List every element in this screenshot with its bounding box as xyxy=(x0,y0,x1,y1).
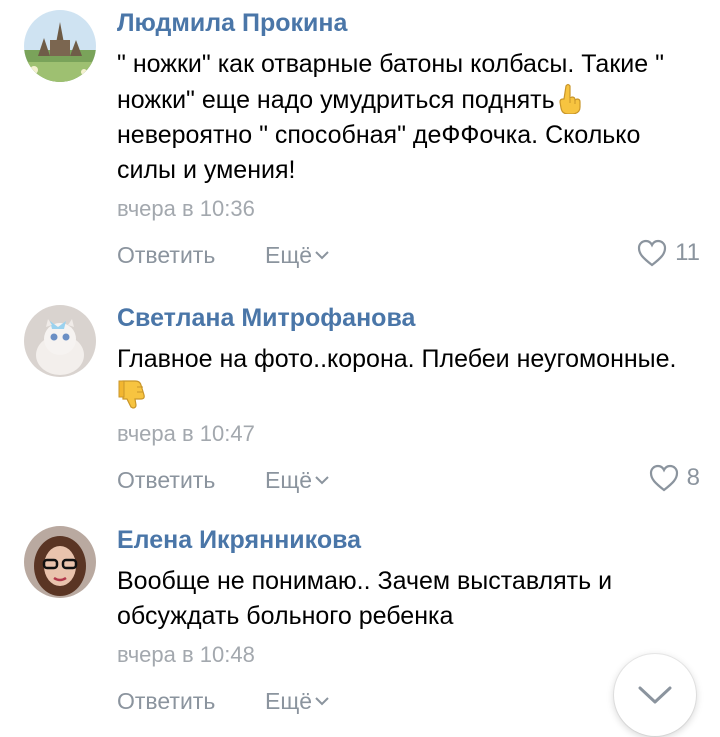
scroll-down-button[interactable] xyxy=(614,654,696,736)
comment-author[interactable]: Елена Икрянникова xyxy=(117,525,700,555)
chevron-down-icon xyxy=(315,251,329,260)
more-button[interactable]: Ещё xyxy=(265,240,329,270)
comment-text: Главное на фото..корона. Плебеи неугомон… xyxy=(117,342,700,413)
heart-outline-icon xyxy=(649,464,678,492)
more-button[interactable]: Ещё xyxy=(265,686,329,716)
comment-actions: Ответить Ещё 8 xyxy=(117,461,700,501)
comment-time: вчера в 10:36 xyxy=(117,196,255,221)
reply-button[interactable]: Ответить xyxy=(117,240,215,270)
comment-text: " ножки" как отварные батоны колбасы. Та… xyxy=(117,47,700,188)
more-label: Ещё xyxy=(265,688,313,714)
like-count: 11 xyxy=(675,239,700,266)
comment-actions: Ответить Ещё xyxy=(117,682,700,722)
comment-time: вчера в 10:47 xyxy=(117,421,255,446)
comment-text: Вообще не понимаю.. Зачем выставлять и о… xyxy=(117,564,700,634)
comment-author[interactable]: Светлана Митрофанова xyxy=(117,303,700,333)
reply-button[interactable]: Ответить xyxy=(117,686,215,716)
more-button[interactable]: Ещё xyxy=(265,465,329,495)
like-button[interactable]: 11 xyxy=(637,238,700,268)
thumbs-down-emoji xyxy=(117,377,147,409)
comment-actions: Ответить Ещё 11 xyxy=(117,236,700,276)
reply-button[interactable]: Ответить xyxy=(117,465,215,495)
avatar[interactable] xyxy=(24,526,96,598)
comment-author[interactable]: Людмила Прокина xyxy=(117,8,700,38)
comment-text-part: Вообще не понимаю.. Зачем выставлять и о… xyxy=(117,567,613,630)
pointing-up-emoji xyxy=(555,82,585,114)
comment-time: вчера в 10:48 xyxy=(117,642,255,667)
more-label: Ещё xyxy=(265,467,313,493)
heart-outline-icon xyxy=(637,239,667,267)
like-button[interactable]: 8 xyxy=(649,463,700,493)
more-label: Ещё xyxy=(265,242,313,268)
chevron-down-icon xyxy=(315,476,329,485)
comment-text-part: Главное на фото..корона. Плебеи неугомон… xyxy=(117,345,677,373)
avatar[interactable] xyxy=(24,10,96,82)
like-count: 8 xyxy=(686,464,700,491)
chevron-down-icon xyxy=(315,697,329,706)
avatar[interactable] xyxy=(24,305,96,377)
chevron-down-icon xyxy=(638,686,672,704)
comment-text-part: невероятно " способная" деФФочка. Скольк… xyxy=(117,121,641,184)
